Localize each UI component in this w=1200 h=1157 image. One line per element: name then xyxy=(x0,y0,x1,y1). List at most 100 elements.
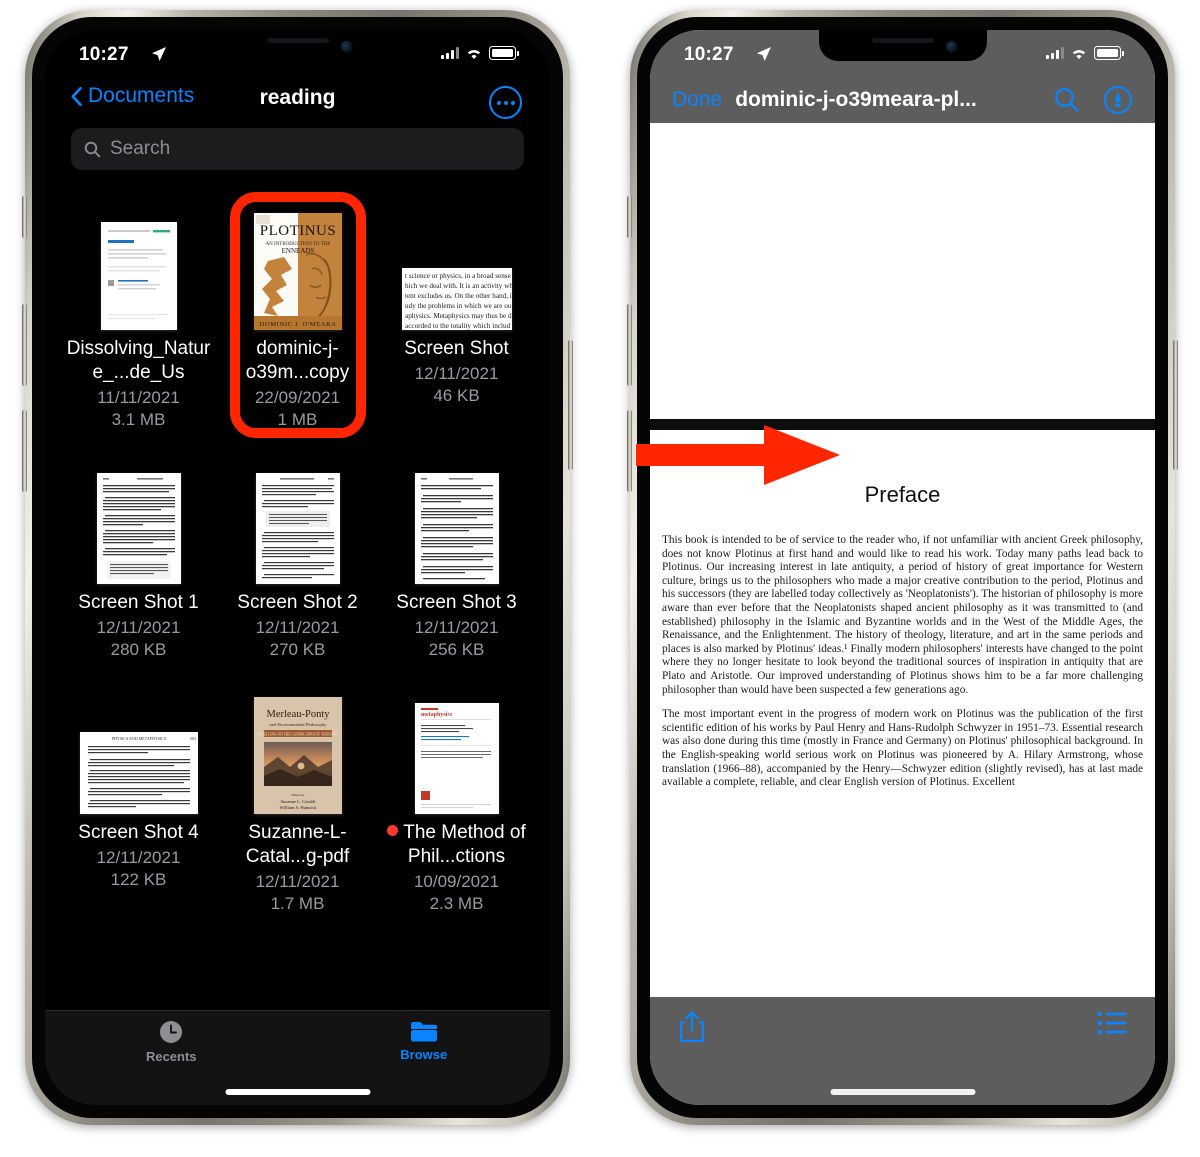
right-phone-bezel: 10:27 Done dominic-j-o39meara-pl... Pref… xyxy=(637,17,1168,1118)
svg-text:aphysics. Metaphysics may thus: aphysics. Metaphysics may thus be d xyxy=(405,312,512,320)
ellipsis-circle-icon[interactable] xyxy=(489,86,522,119)
location-arrow-icon xyxy=(152,47,166,61)
file-name: Screen Shot 4 xyxy=(78,822,199,843)
home-indicator[interactable] xyxy=(830,1089,975,1095)
file-name: The Method of Phil...ctions xyxy=(382,821,532,869)
file-item[interactable]: metaphysics The Method of Phil...ctions … xyxy=(377,680,536,924)
file-item[interactable]: Merleau-Ponty and Environmental Philosop… xyxy=(218,680,377,924)
file-name-text: The Method of Phil...ctions xyxy=(403,822,526,867)
mute-switch[interactable] xyxy=(22,196,27,238)
signal-bars-icon xyxy=(1046,47,1064,59)
wifi-icon xyxy=(467,49,481,59)
wifi-icon xyxy=(1072,49,1086,59)
file-item[interactable]: Screen Shot 2 12/11/2021 270 KB xyxy=(218,450,377,670)
pdf-nav-actions xyxy=(1053,85,1133,115)
earpiece-speaker xyxy=(266,38,329,43)
status-time: 10:27 xyxy=(684,44,734,65)
pdf-page-previous[interactable] xyxy=(650,123,1155,419)
power-button[interactable] xyxy=(1173,340,1178,470)
journal-article-page-icon: metaphysics xyxy=(414,703,499,814)
svg-text:383: 383 xyxy=(190,736,196,741)
earpiece-speaker xyxy=(871,38,934,43)
share-icon[interactable] xyxy=(678,1011,706,1043)
svg-text:DOMINIC J. O'MEARA: DOMINIC J. O'MEARA xyxy=(259,321,336,328)
merleau-ponty-book-cover-icon: Merleau-Ponty and Environmental Philosop… xyxy=(253,697,342,814)
right-phone-screen: 10:27 Done dominic-j-o39meara-pl... Pref… xyxy=(650,30,1155,1105)
pdf-viewer-app: 10:27 Done dominic-j-o39meara-pl... Pref… xyxy=(650,30,1155,1105)
tab-browse[interactable]: Browse xyxy=(298,1011,551,1071)
file-name: Screen Shot xyxy=(404,338,509,359)
file-thumbnail xyxy=(255,456,340,584)
file-item[interactable]: t science or physics, in a broad sense h… xyxy=(377,196,536,440)
file-date: 12/11/2021 xyxy=(255,872,340,891)
volume-down-button[interactable] xyxy=(627,410,632,492)
volume-down-button[interactable] xyxy=(22,410,27,492)
file-name: Screen Shot 1 xyxy=(78,592,199,613)
svg-text:and Environmental Philosophy: and Environmental Philosophy xyxy=(269,722,327,727)
notch xyxy=(213,30,382,61)
battery-icon xyxy=(489,46,519,60)
tab-recents-label: Recents xyxy=(145,1049,197,1064)
tab-browse-label: Browse xyxy=(400,1047,448,1062)
screenshot-canvas: 10:27 Documents reading Search Dissolvin… xyxy=(0,0,1200,1157)
volume-up-button[interactable] xyxy=(627,304,632,386)
file-date: 10/09/2021 xyxy=(413,872,500,891)
search-icon[interactable] xyxy=(1053,86,1081,114)
battery-icon xyxy=(1094,46,1124,60)
location-arrow-icon xyxy=(757,47,771,61)
file-size: 3.1 MB xyxy=(111,410,166,429)
pdf-navigation-bar: Done dominic-j-o39meara-pl... xyxy=(650,76,1155,123)
document-preview-icon xyxy=(100,222,177,330)
annotation-arrow-icon xyxy=(636,425,840,485)
plotinus-book-cover-icon: PLOTINUS AN INTRODUCTION TO THE ENNEADS xyxy=(253,213,342,330)
left-phone-device: 10:27 Documents reading Search Dissolvin… xyxy=(22,10,573,1125)
file-grid: Dissolving_Nature_...de_Us 11/11/2021 3.… xyxy=(45,192,550,924)
tab-bar: Recents Browse xyxy=(45,1010,550,1105)
book-page-screenshot-icon xyxy=(96,473,181,584)
file-size: 256 KB xyxy=(428,640,485,659)
files-app: 10:27 Documents reading Search Dissolvin… xyxy=(45,30,550,1105)
navigation-bar: Documents reading xyxy=(45,76,550,124)
mute-switch[interactable] xyxy=(627,196,632,238)
file-name: Dissolving_Nature_...de_Us xyxy=(66,338,211,383)
file-thumbnail: PLOTINUS AN INTRODUCTION TO THE ENNEADS xyxy=(253,202,342,330)
file-date: 12/11/2021 xyxy=(414,618,499,637)
status-indicators xyxy=(1046,46,1124,60)
file-size: 280 KB xyxy=(110,640,167,659)
clock-icon xyxy=(160,1021,183,1043)
svg-text:hich we deal with. It is an ac: hich we deal with. It is an activity whi… xyxy=(405,282,512,290)
preface-paragraph: The most important event in the progress… xyxy=(662,708,1143,789)
status-time: 10:27 xyxy=(79,44,129,65)
volume-up-button[interactable] xyxy=(22,304,27,386)
file-item[interactable]: PHYSICS AND METAPHYSICS 383 Screen Shot … xyxy=(59,680,218,924)
file-date: 22/09/2021 xyxy=(254,388,341,407)
text-crop-screenshot-icon: t science or physics, in a broad sense h… xyxy=(401,268,512,330)
file-size: 270 KB xyxy=(269,640,326,659)
notch xyxy=(818,30,987,61)
markup-pen-circle-icon[interactable] xyxy=(1103,85,1133,115)
signal-bars-icon xyxy=(441,47,459,59)
page-title: reading xyxy=(259,86,336,109)
file-name: Screen Shot 3 xyxy=(396,592,517,613)
file-item[interactable]: Dissolving_Nature_...de_Us 11/11/2021 3.… xyxy=(59,196,218,440)
svg-text:t science or physics, in a bro: t science or physics, in a broad sense xyxy=(405,272,511,280)
pdf-text-content: Preface This book is intended to be of s… xyxy=(650,482,1155,790)
file-thumbnail xyxy=(414,456,499,584)
file-item[interactable]: Screen Shot 1 12/11/2021 280 KB xyxy=(59,450,218,670)
right-phone-device: 10:27 Done dominic-j-o39meara-pl... Pref… xyxy=(627,10,1178,1125)
svg-text:PHYSICS AND METAPHYSICS: PHYSICS AND METAPHYSICS xyxy=(111,736,165,741)
svg-text:tent excludes us. On the other: tent excludes us. On the other hand, i xyxy=(405,292,512,300)
file-item[interactable]: Screen Shot 3 12/11/2021 256 KB xyxy=(377,450,536,670)
file-item-selected[interactable]: PLOTINUS AN INTRODUCTION TO THE ENNEADS xyxy=(218,192,377,440)
done-button[interactable]: Done xyxy=(672,88,722,112)
file-name: Screen Shot 2 xyxy=(237,592,358,613)
home-indicator[interactable] xyxy=(225,1089,370,1095)
tab-recents[interactable]: Recents xyxy=(45,1011,298,1071)
table-of-contents-icon[interactable] xyxy=(1097,1011,1127,1035)
status-indicators xyxy=(441,46,519,60)
search-input[interactable]: Search xyxy=(71,128,524,170)
power-button[interactable] xyxy=(568,340,573,470)
folder-icon xyxy=(410,1022,437,1042)
pdf-page-preface[interactable]: Preface This book is intended to be of s… xyxy=(650,482,1155,790)
pdf-bottom-toolbar xyxy=(650,997,1155,1105)
